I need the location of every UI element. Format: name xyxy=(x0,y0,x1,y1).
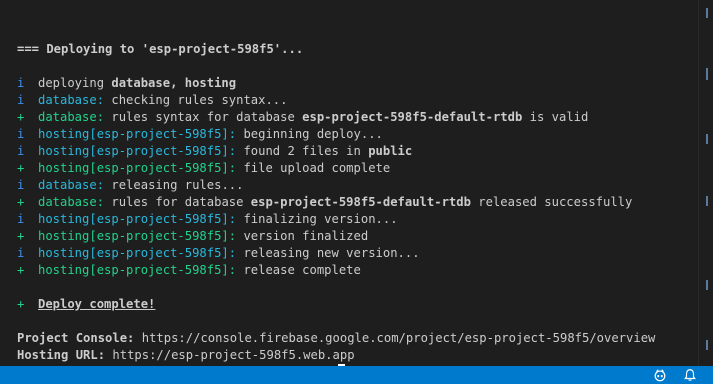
bold-text: esp-project-598f5-default-rtdb xyxy=(302,110,523,124)
success-prefix: + xyxy=(17,110,25,124)
line-text: release complete xyxy=(236,263,361,277)
log-tag: hosting[esp-project-598f5]: xyxy=(38,263,237,277)
terminal-panel[interactable]: === Deploying to 'esp-project-598f5'... i… xyxy=(0,0,713,366)
line-text: rules for database xyxy=(104,195,251,209)
terminal-line: i hosting[esp-project-598f5]: finalizing … xyxy=(17,211,693,228)
line-text: releasing new version... xyxy=(236,246,420,260)
success-prefix: + xyxy=(17,195,25,209)
log-tag: database: xyxy=(38,93,105,107)
log-tag: hosting[esp-project-598f5]: xyxy=(38,161,237,175)
line-text: found 2 files in xyxy=(236,144,369,158)
info-prefix: i xyxy=(17,144,25,158)
terminal-line: + database: rules for database esp-projec… xyxy=(17,194,693,211)
log-tag: hosting[esp-project-598f5]: xyxy=(38,127,237,141)
terminal-output[interactable]: === Deploying to 'esp-project-598f5'... i… xyxy=(17,24,693,366)
bold-text: Project Console: xyxy=(17,331,135,345)
terminal-line: Project Console: https://console.firebas… xyxy=(17,330,693,347)
line-text: releasing rules... xyxy=(104,178,244,192)
log-tag: hosting[esp-project-598f5]: xyxy=(38,144,237,158)
terminal-scrollbar[interactable] xyxy=(698,0,713,366)
line-text: beginning deploy... xyxy=(236,127,383,141)
status-bar xyxy=(0,366,713,384)
line-text: https://esp-project-598f5.web.app xyxy=(105,348,355,362)
terminal-line: i hosting[esp-project-598f5]: beginning d… xyxy=(17,126,693,143)
success-prefix: + xyxy=(17,297,25,311)
line-text: https://console.firebase.google.com/proj… xyxy=(134,331,656,345)
info-prefix: i xyxy=(17,76,25,90)
bold-text: public xyxy=(368,144,413,158)
log-tag: database: xyxy=(38,110,105,124)
line-text: rules syntax for database xyxy=(104,110,303,124)
bold-text: Hosting URL: xyxy=(17,348,106,362)
deploy-header: === Deploying to 'esp-project-598f5'... xyxy=(17,42,304,56)
info-prefix: i xyxy=(17,127,25,141)
info-prefix: i xyxy=(17,178,25,192)
line-text: finalizing version... xyxy=(236,212,398,226)
log-tag: hosting[esp-project-598f5]: xyxy=(38,212,237,226)
bold-text: esp-project-598f5-default-rtdb xyxy=(250,195,471,209)
success-prefix: + xyxy=(17,161,25,175)
scroll-marker xyxy=(706,134,708,144)
line-text: deploying xyxy=(38,76,112,90)
info-prefix: i xyxy=(17,212,25,226)
terminal-line: + hosting[esp-project-598f5]: release com… xyxy=(17,262,693,279)
success-prefix: + xyxy=(17,263,25,277)
deploy-complete-text: Deploy complete! xyxy=(38,297,156,311)
log-tag: database: xyxy=(38,178,105,192)
info-prefix: i xyxy=(17,93,25,107)
terminal-line: i database: releasing rules... xyxy=(17,177,693,194)
scroll-marker xyxy=(706,196,708,206)
scroll-marker xyxy=(706,68,708,80)
line-text: file upload complete xyxy=(236,161,391,175)
bold-text: database, hosting xyxy=(111,76,237,90)
terminal-line: + Deploy complete! xyxy=(17,296,693,313)
line-text: released successfully xyxy=(470,195,633,209)
terminal-line: + hosting[esp-project-598f5]: file upload… xyxy=(17,160,693,177)
scroll-marker xyxy=(706,8,708,18)
line-text: version finalized xyxy=(236,229,369,243)
copilot-icon[interactable] xyxy=(653,368,667,382)
terminal-line: i hosting[esp-project-598f5]: found 2 fil… xyxy=(17,143,693,160)
terminal-line: i hosting[esp-project-598f5]: releasing n… xyxy=(17,245,693,262)
log-tag: database: xyxy=(38,195,105,209)
line-text: checking rules syntax... xyxy=(104,93,288,107)
success-prefix: + xyxy=(17,229,25,243)
log-tag: hosting[esp-project-598f5]: xyxy=(38,229,237,243)
scroll-marker xyxy=(706,280,708,290)
terminal-line: Hosting URL: https://esp-project-598f5.w… xyxy=(17,347,693,364)
terminal-line: + database: rules syntax for database esp… xyxy=(17,109,693,126)
log-tag: hosting[esp-project-598f5]: xyxy=(38,246,237,260)
line-text: is valid xyxy=(522,110,589,124)
terminal-line: === Deploying to 'esp-project-598f5'... xyxy=(17,41,693,58)
terminal-line: i deploying database, hosting xyxy=(17,75,693,92)
scroll-marker xyxy=(706,340,708,350)
terminal-line: i database: checking rules syntax... xyxy=(17,92,693,109)
bell-icon[interactable] xyxy=(683,368,697,382)
terminal-line: + hosting[esp-project-598f5]: version fin… xyxy=(17,228,693,245)
info-prefix: i xyxy=(17,246,25,260)
